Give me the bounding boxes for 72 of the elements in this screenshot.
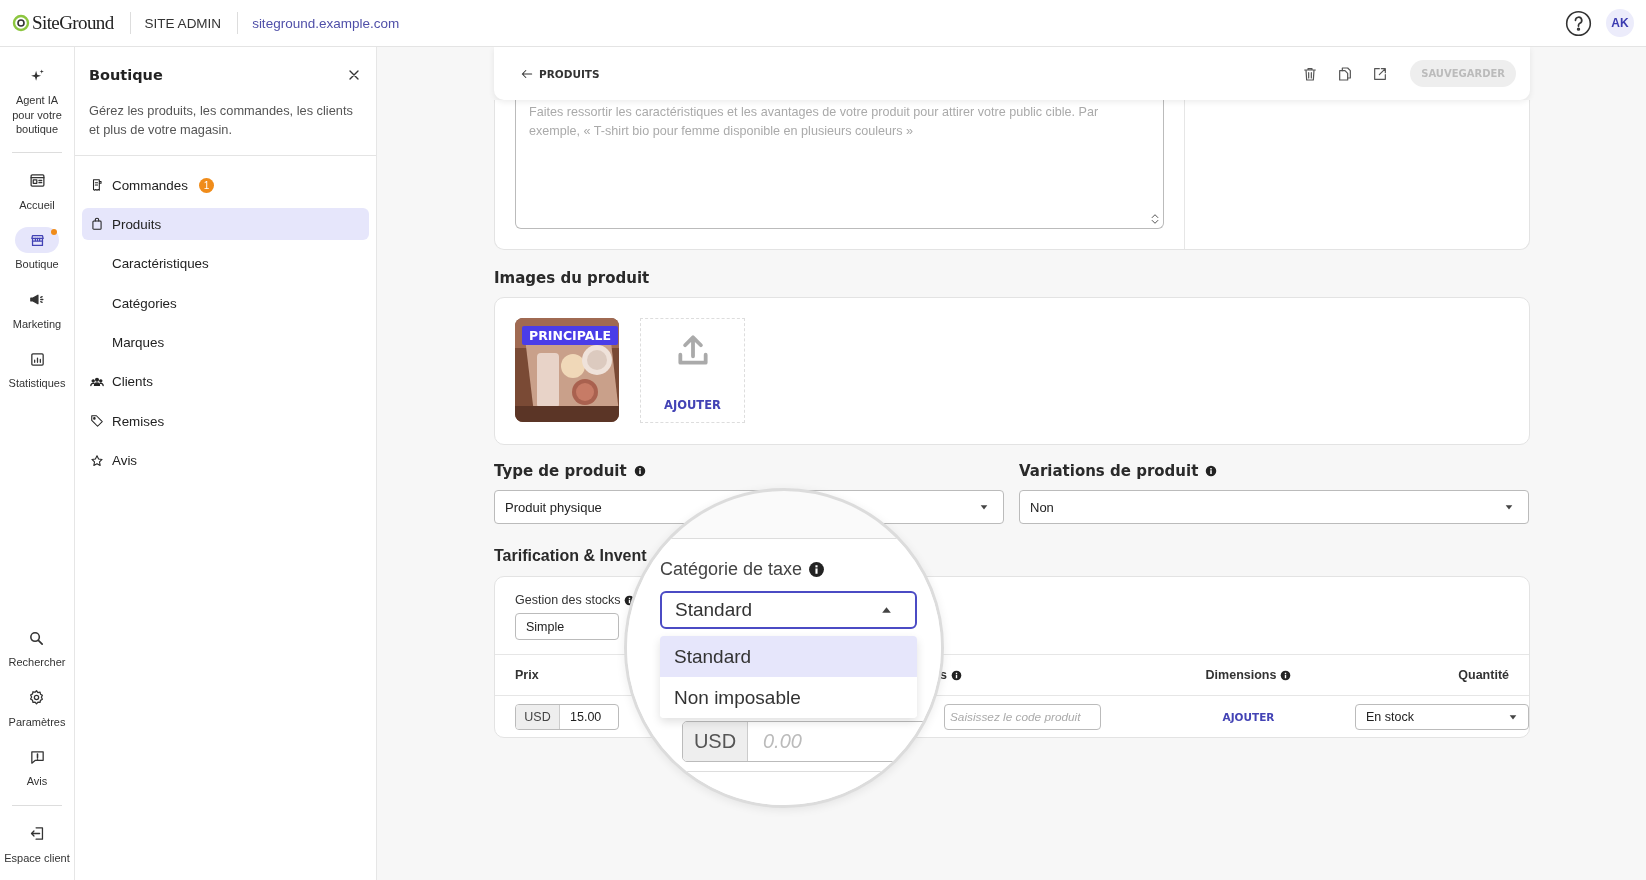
receipt-icon [90, 178, 104, 192]
menu-item[interactable]: Commandes 1 [82, 169, 369, 201]
external-link-icon [1372, 65, 1389, 82]
menu-item[interactable]: Remises [82, 405, 369, 438]
add-dimensions-link[interactable]: AJOUTER [1222, 710, 1275, 723]
section-title: Tarification & Invent [494, 546, 648, 566]
nav-item[interactable]: Espace client [4, 820, 70, 865]
main-image-badge: PRINCIPALE [522, 326, 618, 345]
open-external-button[interactable] [1372, 65, 1389, 82]
nav-item[interactable]: Statistiques [8, 346, 66, 391]
menu-item[interactable]: Marques [82, 326, 369, 359]
user-avatar[interactable]: AK [1606, 9, 1634, 37]
logo-text[interactable]: SiteGround [32, 12, 114, 34]
tax-category-select[interactable]: Standard [660, 591, 917, 629]
nav-item[interactable]: Marketing [12, 286, 62, 331]
menu-item[interactable]: Avis [82, 444, 369, 477]
caret-down-icon [1504, 502, 1514, 512]
select-field[interactable]: En stock [1355, 703, 1529, 730]
price-field[interactable]: USD 15.00 [515, 703, 619, 730]
help-icon [1565, 9, 1592, 37]
caret-down-icon [979, 502, 989, 512]
dropdown-option[interactable]: Standard [660, 636, 917, 677]
nav-item[interactable]: Agent IA pour votre boutique [4, 63, 70, 137]
delete-button[interactable] [1302, 65, 1319, 82]
section-title: SITE ADMIN [144, 15, 222, 31]
star-icon [90, 453, 104, 468]
dashboard-icon [28, 172, 46, 189]
resize-icon [1150, 212, 1160, 226]
feedback-icon [28, 748, 46, 766]
back-link[interactable]: PRODUITS [520, 66, 600, 81]
logo-icon [12, 14, 30, 32]
nav-item[interactable]: Paramètres [8, 684, 66, 729]
field-label: Catégorie de taxe [660, 558, 803, 580]
column-header: Quantité [1458, 668, 1509, 682]
exit-icon [28, 825, 46, 842]
dropdown-option[interactable]: Non imposable [660, 677, 917, 718]
bag-icon [90, 217, 104, 232]
info-icon [808, 560, 826, 578]
add-image-button[interactable]: AJOUTER [640, 318, 745, 423]
settings-icon [28, 689, 46, 706]
info-icon [1280, 669, 1292, 681]
duplicate-button[interactable] [1337, 65, 1354, 82]
field-label: Type de produit [494, 462, 627, 480]
chart-icon [28, 350, 46, 368]
menu-item[interactable]: Caractéristiques [82, 247, 369, 280]
column-header: s [940, 668, 947, 682]
nav-item[interactable]: Rechercher [8, 625, 66, 670]
menu-item[interactable]: Produits [82, 208, 369, 241]
description-field[interactable]: Faites ressortir les caractéristiques et les avantages de votre produit pour attirer votre public cible. Par exemple, « T-shirt bio pour femme disponible en plusieurs couleurs » [515, 100, 1164, 229]
code-field[interactable]: Saisissez le code produit [944, 703, 1101, 730]
menu-item[interactable]: Catégories [82, 287, 369, 320]
info-icon [950, 669, 962, 681]
trash-icon [1302, 65, 1319, 82]
menu-item[interactable]: Clients [82, 365, 369, 398]
search-icon [28, 629, 46, 647]
select-field[interactable]: Simple [515, 613, 619, 640]
field-label: Variations de produit [1019, 462, 1199, 480]
column-header: Prix [515, 668, 539, 682]
info-icon [633, 465, 646, 477]
select-field[interactable]: Non [1019, 490, 1529, 524]
copy-icon [1337, 65, 1354, 82]
section-title: Images du produit [494, 268, 651, 288]
panel-description: Gérez les produits, les commandes, les clients et plus de votre magasin. [89, 102, 354, 139]
nav-item[interactable]: Avis [15, 744, 59, 789]
panel-title: Boutique [89, 67, 163, 83]
tag-icon [90, 414, 104, 429]
info-icon [1205, 465, 1218, 477]
count-badge: 1 [198, 177, 214, 193]
column-header: Dimensions [1205, 668, 1277, 682]
nav-item[interactable]: Accueil [15, 167, 59, 212]
field-label: Gestion des stocks [515, 593, 621, 607]
site-link[interactable]: siteground.example.com [252, 15, 400, 31]
